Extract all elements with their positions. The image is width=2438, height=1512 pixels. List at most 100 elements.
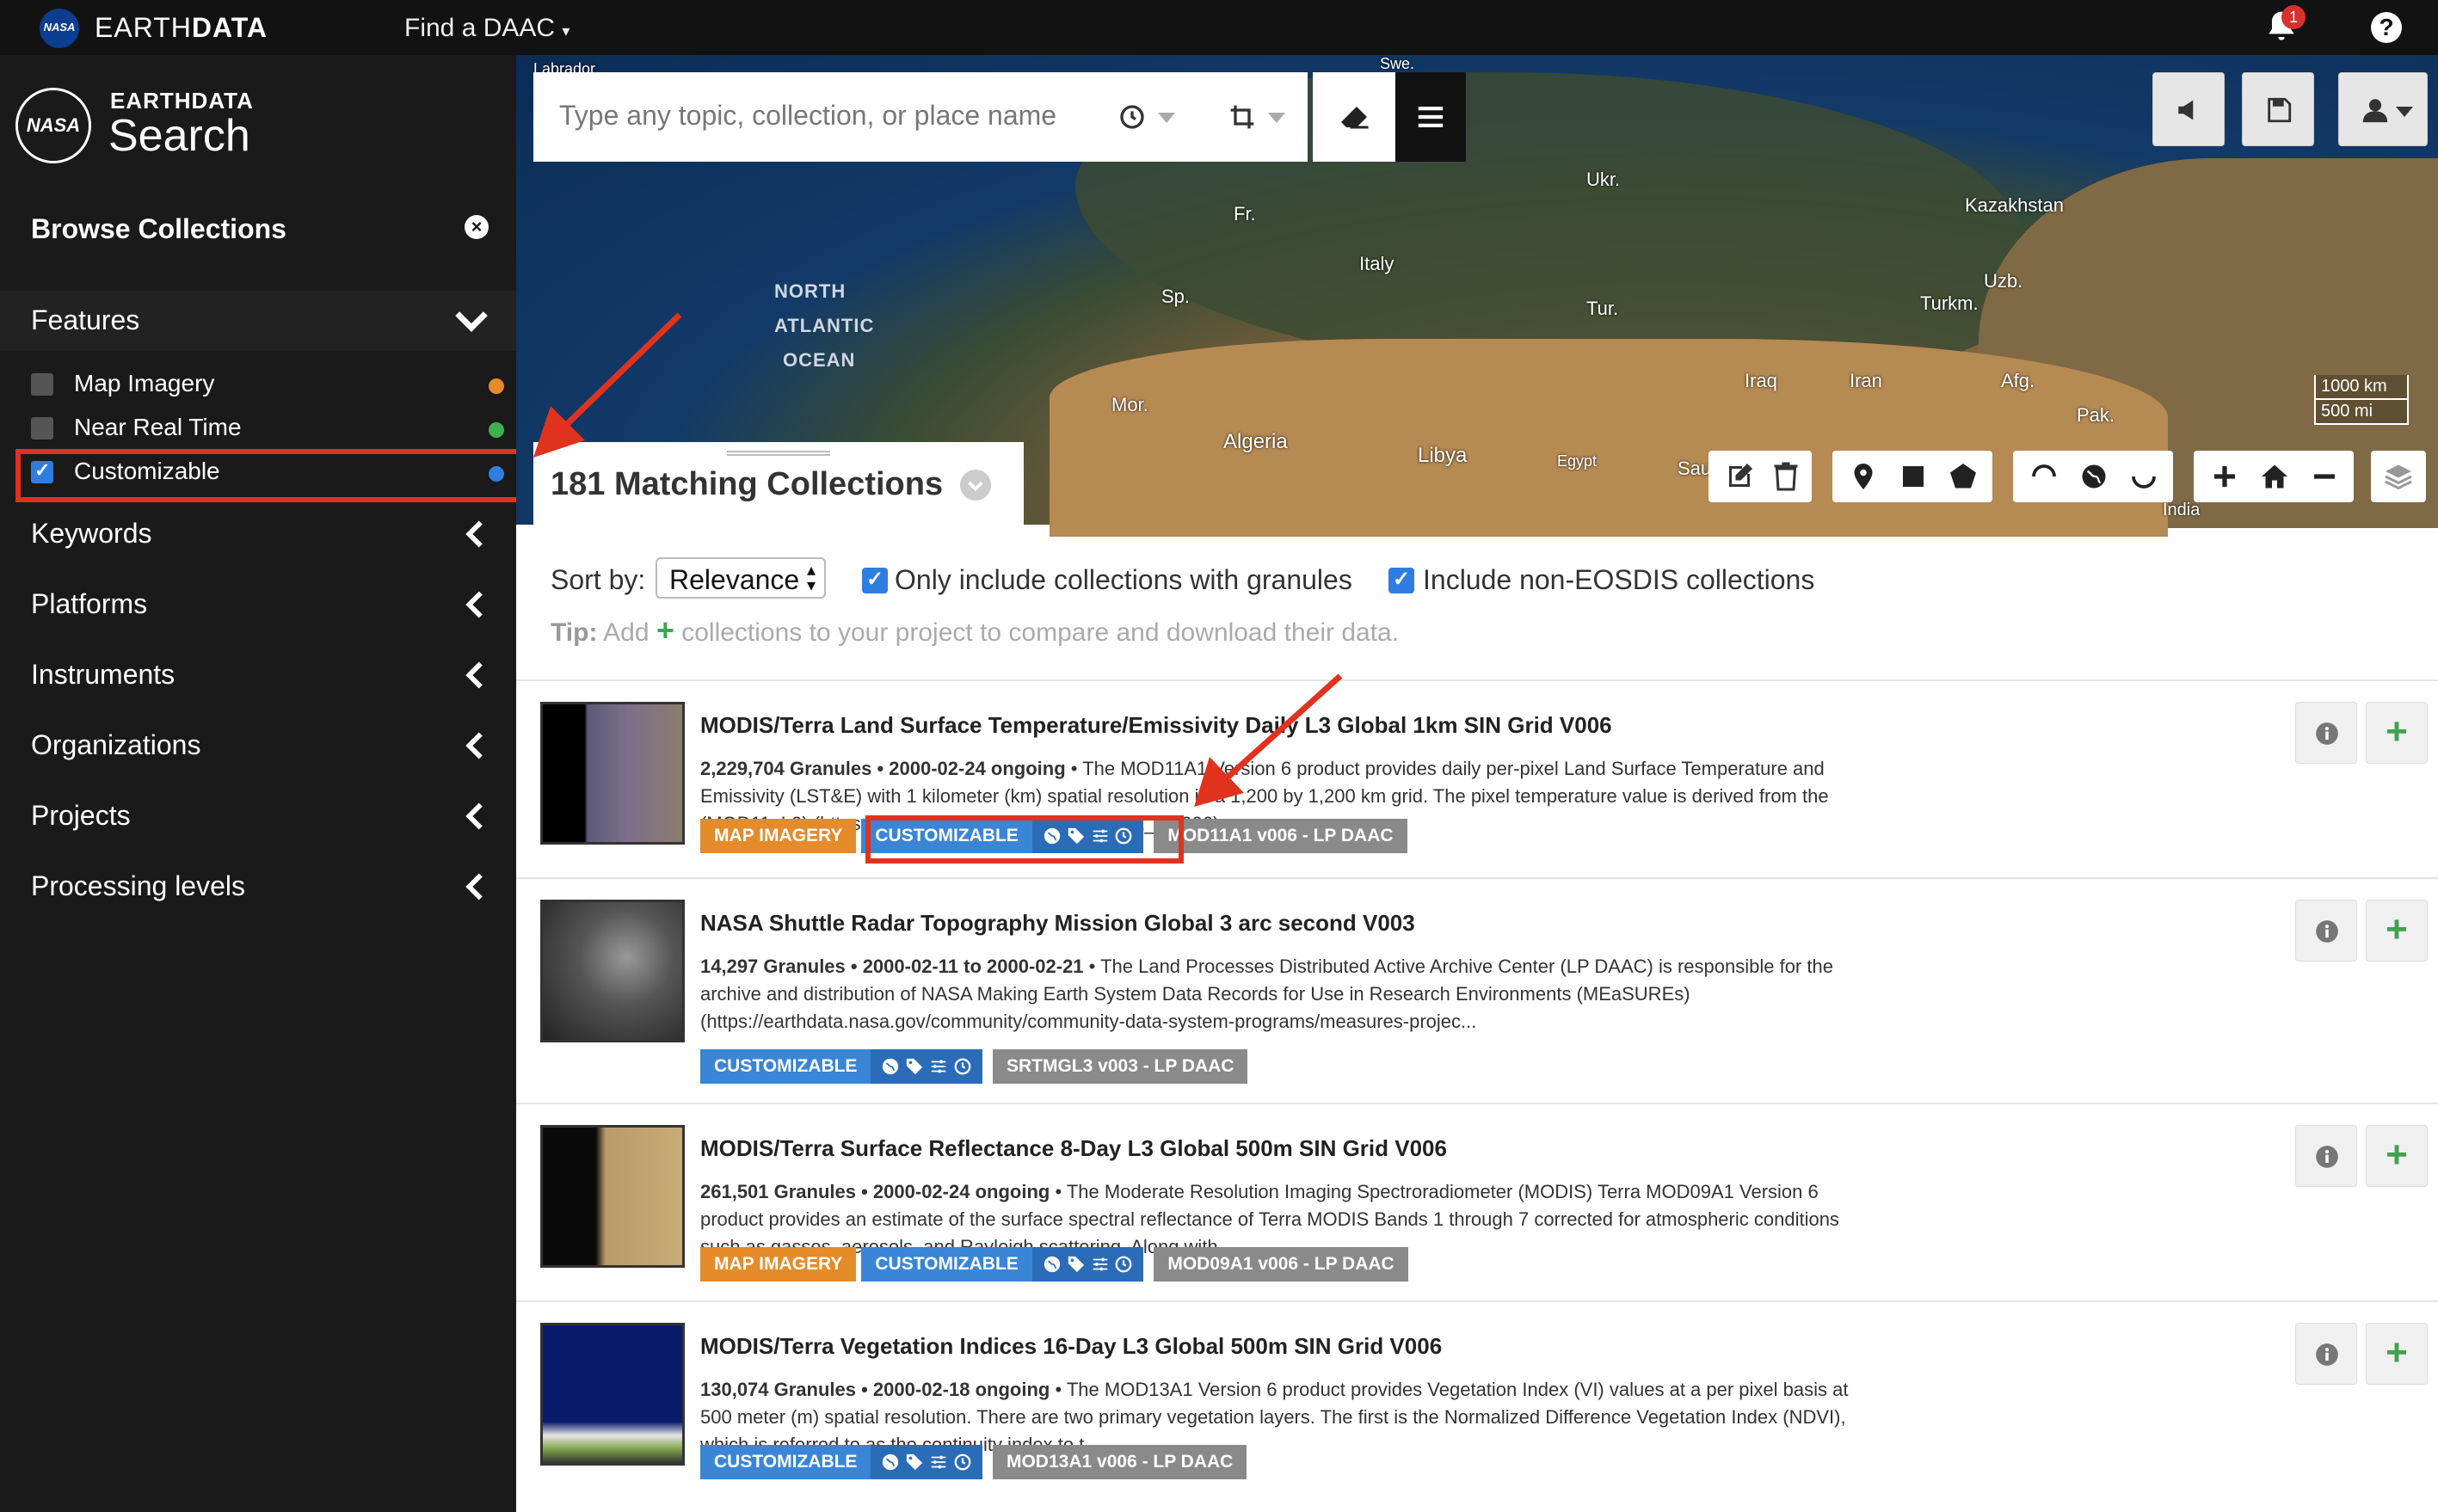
polygon-draw-icon[interactable] <box>1948 461 1979 492</box>
globe-icon[interactable] <box>2078 461 2109 492</box>
arctic-projection-icon[interactable] <box>2029 461 2059 492</box>
edit-shape-icon[interactable] <box>1724 461 1755 492</box>
collection-meta: 130,074 Granules • 2000-02-18 ongoing <box>700 1379 1050 1400</box>
map-place-label: Iraq <box>1745 370 1777 391</box>
chevron-left-icon <box>465 591 483 618</box>
facet-organizations[interactable]: Organizations <box>0 714 516 783</box>
collection-info-button[interactable] <box>2295 702 2357 764</box>
map-place-label: Sp. <box>1161 286 1191 307</box>
feature-map-imagery[interactable]: Map Imagery <box>31 365 513 404</box>
rectangle-draw-icon[interactable] <box>1898 461 1929 492</box>
collection-item[interactable]: MODIS/Terra Vegetation Indices 16-Day L3… <box>516 1302 2438 1512</box>
nasa-meatball-logo[interactable]: NASA <box>15 88 91 163</box>
collection-badges: CUSTOMIZABLE SRTMGL3 v003 - LP DAAC <box>700 1049 1253 1084</box>
user-menu-button[interactable] <box>2338 72 2428 146</box>
facet-label: Organizations <box>31 729 201 760</box>
tags-icon <box>1068 1257 1084 1273</box>
add-to-project-button[interactable]: + <box>2366 702 2428 764</box>
map-scale: 1000 km 500 mi <box>2314 375 2409 427</box>
feature-near-real-time[interactable]: Near Real Time <box>31 409 513 448</box>
collection-thumbnail <box>540 1125 685 1268</box>
save-button[interactable] <box>2242 72 2314 146</box>
collection-item[interactable]: NASA Shuttle Radar Topography Mission Gl… <box>516 879 2438 1104</box>
find-daac-menu[interactable]: Find a DAAC ▾ <box>404 14 569 43</box>
non-eosdis-checkbox[interactable] <box>1388 567 1414 593</box>
facet-instruments[interactable]: Instruments <box>0 643 516 712</box>
map-edit-tools <box>1708 451 1812 502</box>
map-pin-icon[interactable] <box>1848 461 1879 492</box>
facet-platforms[interactable]: Platforms <box>0 573 516 642</box>
announcements-button[interactable] <box>2152 72 2225 146</box>
facet-processing-levels[interactable]: Processing levels <box>0 855 516 924</box>
features-section-header[interactable]: Features <box>0 291 516 351</box>
spatial-crop-icon[interactable] <box>1228 103 1256 131</box>
collection-info-button[interactable] <box>2295 900 2357 962</box>
chevron-down-circle-icon[interactable] <box>960 470 991 501</box>
clock-icon <box>954 1059 971 1075</box>
zoom-out-icon[interactable] <box>2309 461 2340 492</box>
collection-meta: 261,501 Granules • 2000-02-24 ongoing <box>700 1181 1050 1202</box>
nasa-badge-text: NASA <box>43 21 76 34</box>
home-icon[interactable] <box>2259 461 2290 492</box>
customization-icons <box>1031 1247 1144 1282</box>
megaphone-icon <box>2178 100 2194 120</box>
add-to-project-button[interactable]: + <box>2366 1125 2428 1187</box>
antarctic-projection-icon[interactable] <box>2128 461 2159 492</box>
map-layers-control <box>2371 451 2426 502</box>
layers-icon[interactable] <box>2383 461 2414 492</box>
panel-drag-handle[interactable] <box>727 451 830 456</box>
collection-title[interactable]: MODIS/Terra Vegetation Indices 16-Day L3… <box>700 1333 1442 1360</box>
checkbox[interactable] <box>31 373 53 396</box>
temporal-clock-icon[interactable] <box>1118 103 1146 131</box>
collection-meta: 2,229,704 Granules • 2000-02-24 ongoing <box>700 758 1066 779</box>
add-to-project-button[interactable]: + <box>2366 1323 2428 1385</box>
clear-filters-button[interactable] <box>1313 72 1395 162</box>
only-granules-label: Only include collections with granules <box>895 564 1352 595</box>
search-placeholder: Type any topic, collection, or place nam… <box>559 100 1057 131</box>
earthdata-brand[interactable]: EARTHDATA <box>95 12 268 44</box>
notification-count-badge: 1 <box>2281 5 2306 29</box>
facet-projects[interactable]: Projects <box>0 784 516 853</box>
nasa-logo-text: NASA <box>26 114 81 136</box>
sort-select[interactable]: Relevance ▴ ▾ <box>656 557 826 599</box>
collection-title[interactable]: NASA Shuttle Radar Topography Mission Gl… <box>700 910 1415 937</box>
tip-text: Tip: Add + collections to your project t… <box>551 612 1399 648</box>
collection-title[interactable]: MODIS/Terra Surface Reflectance 8-Day L3… <box>700 1135 1447 1162</box>
info-icon <box>2316 1146 2338 1168</box>
advanced-search-menu-button[interactable] <box>1395 72 1466 162</box>
tags-icon <box>907 1454 923 1471</box>
chevron-left-icon <box>465 732 483 759</box>
customizable-badge: CUSTOMIZABLE <box>700 1445 871 1479</box>
trash-icon[interactable] <box>1770 461 1801 492</box>
collection-item[interactable]: MODIS/Terra Surface Reflectance 8-Day L3… <box>516 1104 2438 1302</box>
facet-keywords[interactable]: Keywords <box>0 502 516 571</box>
close-icon[interactable]: × <box>465 215 489 239</box>
hamburger-menu-icon <box>1418 106 1444 128</box>
tip-rest: collections to your project to compare a… <box>681 618 1400 647</box>
tip-add: Add <box>603 618 650 647</box>
collection-id-badge: MOD11A1 v006 - LP DAAC <box>1154 819 1407 853</box>
map-place-label: Sau <box>1678 458 1712 479</box>
zoom-in-icon[interactable] <box>2209 461 2240 492</box>
scale-mi: 500 mi <box>2314 400 2409 425</box>
only-granules-checkbox[interactable] <box>862 567 888 593</box>
plus-icon: + <box>2386 908 2408 950</box>
facet-label: Processing levels <box>31 870 245 901</box>
help-icon[interactable]: ? <box>2371 12 2402 43</box>
collection-item[interactable]: MODIS/Terra Land Surface Temperature/Emi… <box>516 681 2438 879</box>
browse-collections-title: Browse Collections <box>31 213 286 244</box>
collection-id-badge: SRTMGL3 v003 - LP DAAC <box>992 1049 1248 1084</box>
nasa-logo[interactable]: NASA <box>40 9 79 48</box>
features-label: Features <box>31 304 140 335</box>
sort-label: Sort by: <box>551 564 646 595</box>
search-input[interactable]: Type any topic, collection, or place nam… <box>533 72 1308 162</box>
annotation-highlight-box <box>865 815 1184 864</box>
collection-title[interactable]: MODIS/Terra Land Surface Temperature/Emi… <box>700 712 1612 739</box>
globe-icon <box>1044 1257 1060 1273</box>
collection-info-button[interactable] <box>2295 1125 2357 1187</box>
add-to-project-button[interactable]: + <box>2366 900 2428 962</box>
collection-info-button[interactable] <box>2295 1323 2357 1385</box>
checkbox[interactable] <box>31 417 53 439</box>
sort-arrows-icon: ▴ ▾ <box>806 561 816 595</box>
map-place-label: India <box>2163 501 2201 519</box>
